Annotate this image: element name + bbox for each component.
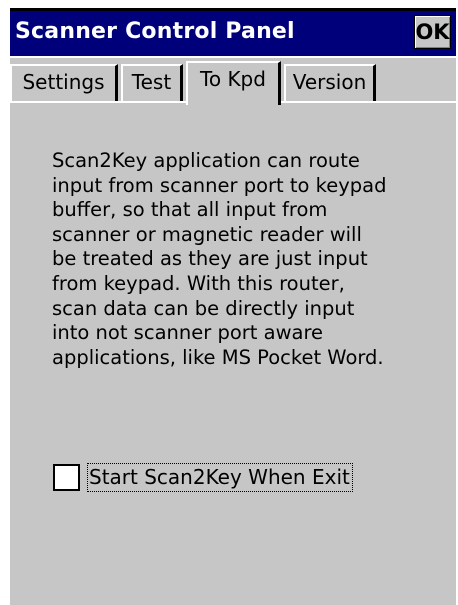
- title-bar: Scanner Control Panel OK: [10, 11, 456, 56]
- scanner-control-panel-window: Scanner Control Panel OK Settings Test T…: [10, 8, 456, 605]
- start-scan2key-label[interactable]: Start Scan2Key When Exit: [87, 463, 353, 492]
- tab-settings[interactable]: Settings: [10, 64, 118, 102]
- window-title: Scanner Control Panel: [15, 19, 295, 44]
- start-scan2key-checkbox[interactable]: [53, 464, 80, 491]
- title-bar-divider: [10, 56, 456, 58]
- scan2key-description: Scan2Key application can route input fro…: [52, 149, 387, 369]
- tab-test[interactable]: Test: [121, 64, 183, 102]
- start-scan2key-option[interactable]: Start Scan2Key When Exit: [53, 460, 353, 495]
- tab-version[interactable]: Version: [284, 64, 376, 102]
- tab-to-kpd[interactable]: To Kpd: [186, 61, 281, 105]
- ok-button[interactable]: OK: [414, 15, 451, 49]
